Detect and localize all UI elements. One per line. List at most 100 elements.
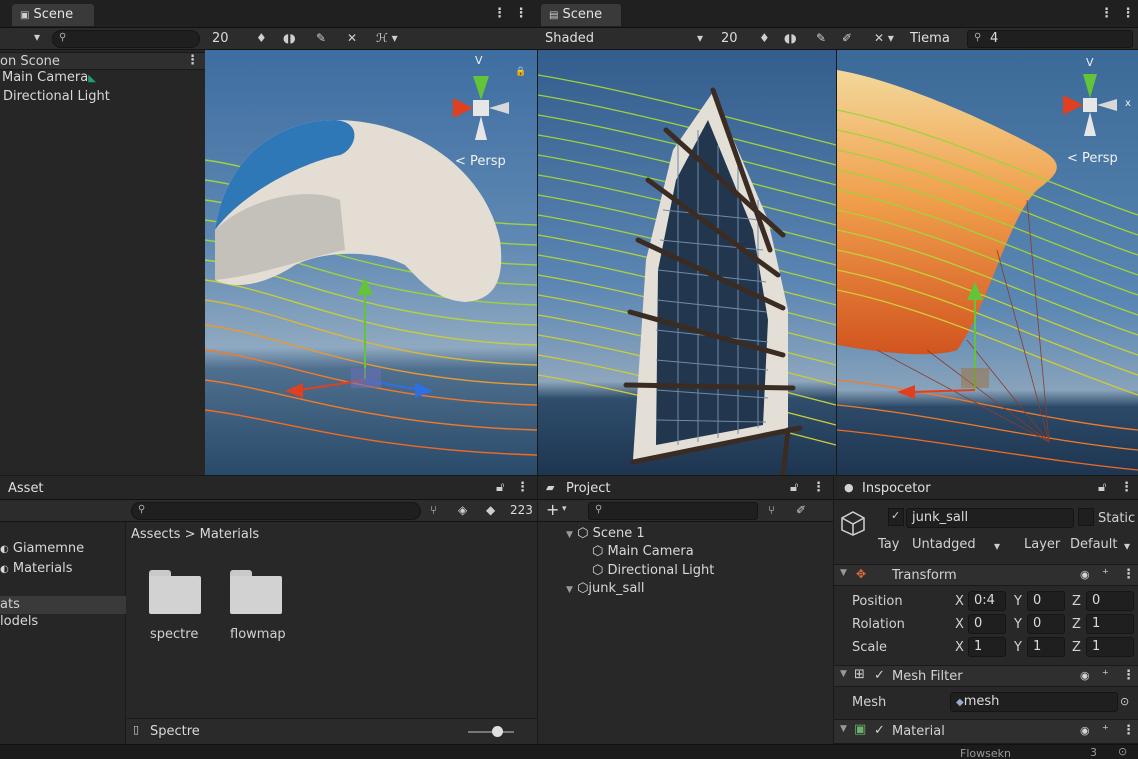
dropdown-arrow-icon[interactable]: ▾ — [34, 30, 40, 44]
brush-tool-icon[interactable]: ✐ — [842, 31, 852, 45]
scene-right-grid-value[interactable]: 20 — [721, 31, 738, 46]
position-z-field[interactable]: 0 — [1086, 591, 1134, 611]
material-header[interactable]: ▼ ▣ ✓ Material ◉ ⁺ ⋮ — [834, 719, 1138, 744]
hierarchy-scene-menu-icon[interactable]: ⋮ — [186, 53, 201, 68]
move-gizmo-x-axis[interactable] — [911, 389, 976, 393]
hierarchy-search-input[interactable]: ⚲ — [52, 30, 200, 48]
material-menu-icon[interactable]: ⋮ — [1122, 723, 1137, 738]
asset-menu-icon[interactable]: ⋮ — [516, 480, 531, 495]
scale-z-field[interactable]: 1 — [1086, 637, 1134, 657]
expand-arrow-icon[interactable]: ▼ — [840, 568, 847, 578]
gizmos-toggle-icon[interactable]: ℋ ▾ — [376, 31, 398, 45]
filter-type-icon[interactable]: ⑂ — [430, 503, 437, 517]
object-picker-icon[interactable]: ⊙ — [1120, 695, 1129, 708]
expand-arrow-icon[interactable]: ▼ — [840, 724, 847, 734]
expand-arrow-icon[interactable]: ▼ — [566, 585, 573, 595]
right-persp-label[interactable]: < Persp — [1067, 151, 1118, 166]
project-tree-item-main-camera[interactable]: ⬡ Main Camera — [592, 544, 694, 559]
scene-left-menu-icon[interactable]: ⋮ ⋮ — [493, 6, 530, 21]
filter-type-icon[interactable]: ⑂ — [768, 503, 775, 517]
move-gizmo-x-arrow[interactable] — [897, 385, 915, 399]
tag-dropdown-arrow-icon[interactable]: ▾ — [994, 539, 1000, 553]
preset-icon[interactable]: ⁺ — [1102, 567, 1109, 582]
asset-tree-item-giamemne[interactable]: ◐ Giamemne — [0, 541, 84, 556]
scene-left-grid-value[interactable]: 20 — [212, 31, 229, 46]
scene-left-viewport[interactable]: 🔒 V < Persp — [205, 50, 537, 475]
folder-icon[interactable] — [149, 570, 201, 614]
asset-tree-item-materials[interactable]: ◐ Materials — [0, 561, 72, 576]
project-tree-item-scene1[interactable]: ▼ ⬡ Scene 1 — [566, 526, 645, 541]
asset-tree-item-selected[interactable]: ats — [0, 596, 126, 614]
asset-breadcrumb[interactable]: Assects > Materials — [131, 527, 259, 542]
project-search-input[interactable]: ⚲ — [588, 502, 758, 520]
material-enabled-check[interactable]: ✓ — [874, 723, 885, 738]
tab-scene-right[interactable]: ▤ Scene — [541, 4, 621, 26]
move-gizmo-plane-handle[interactable] — [351, 368, 381, 388]
light-toggle-icon[interactable]: ♦ — [759, 31, 770, 45]
asset-lock-icon[interactable]: 🔓︎ — [496, 480, 504, 495]
inspector-menu-icon[interactable]: ⋮ — [1120, 480, 1135, 495]
move-gizmo-plane-handle[interactable] — [961, 368, 989, 388]
filter-label-icon[interactable]: ◈ — [458, 503, 467, 517]
project-tab-title[interactable]: Project — [566, 481, 610, 496]
preset-icon[interactable]: ⁺ — [1102, 723, 1109, 738]
object-name-field[interactable]: junk_sall — [906, 508, 1074, 528]
folder-icon[interactable] — [230, 570, 282, 614]
hidden-objects-icon[interactable]: ✕ ▾ — [874, 31, 894, 45]
scene-search-input[interactable]: ⚲ 4 — [967, 30, 1133, 48]
favorite-icon[interactable]: ◆ — [486, 503, 495, 517]
inspector-lock-icon[interactable]: 🔓︎ — [1098, 480, 1106, 495]
mesh-filter-header[interactable]: ▼ ⊞ ✓ Mesh Filter ◉ ⁺ ⋮ — [834, 665, 1138, 687]
scene-right-menu-icon[interactable]: ⋮ ⋮ — [1100, 6, 1137, 21]
project-tree-item-directional-light[interactable]: ⬡ Directional Light — [592, 563, 714, 578]
audio-toggle-icon[interactable]: ◖◗ — [784, 31, 797, 45]
orientation-gizmo-left[interactable] — [453, 76, 509, 140]
effects-toggle-icon[interactable]: ✎ — [316, 31, 326, 45]
mesh-filter-menu-icon[interactable]: ⋮ — [1122, 668, 1137, 683]
preset-icon[interactable]: ⁺ — [1102, 668, 1109, 683]
position-y-field[interactable]: 0 — [1027, 591, 1065, 611]
rotation-z-field[interactable]: 1 — [1086, 614, 1134, 634]
tag-dropdown[interactable]: Untadged — [912, 537, 976, 552]
zoom-slider-track[interactable] — [468, 731, 514, 733]
add-button[interactable]: + — [546, 500, 559, 519]
orientation-gizmo-right[interactable] — [1063, 74, 1117, 136]
expand-arrow-icon[interactable]: ▼ — [840, 669, 847, 679]
asset-tab-title[interactable]: Asset — [8, 481, 44, 496]
scale-y-field[interactable]: 1 — [1027, 637, 1065, 657]
transform-menu-icon[interactable]: ⋮ — [1122, 567, 1137, 582]
brush-filter-icon[interactable]: ✐ — [796, 503, 806, 517]
help-icon[interactable]: ◉ — [1080, 724, 1090, 737]
hierarchy-item-main-camera[interactable]: Main Camera◣ — [2, 70, 96, 85]
shading-mode-dropdown[interactable]: Shaded — [545, 31, 594, 46]
position-x-field[interactable]: 0:4 — [968, 591, 1006, 611]
help-icon[interactable]: ◉ — [1080, 568, 1090, 581]
folder-label-spectre[interactable]: spectre — [150, 627, 198, 642]
expand-arrow-icon[interactable]: ▼ — [566, 530, 573, 540]
audio-toggle-icon[interactable]: ◖◗ — [283, 31, 296, 45]
hierarchy-scene-row[interactable]: on Scone ⋮ — [0, 52, 205, 70]
tiema-dropdown[interactable]: Tiema — [910, 31, 950, 46]
left-persp-label[interactable]: < Persp — [455, 154, 506, 169]
status-info-icon[interactable]: ⊙ — [1118, 745, 1127, 758]
hierarchy-item-directional-light[interactable]: Directional Light — [3, 89, 110, 104]
zoom-slider-handle[interactable] — [492, 726, 503, 737]
layer-dropdown-arrow-icon[interactable]: ▾ — [1124, 539, 1130, 553]
project-menu-icon[interactable]: ⋮ — [812, 480, 827, 495]
asset-tree-item-models[interactable]: lodels — [0, 614, 38, 629]
static-checkbox[interactable] — [1078, 508, 1094, 526]
tab-scene-left[interactable]: ▣ Scene — [12, 4, 94, 26]
rotation-y-field[interactable]: 0 — [1027, 614, 1065, 634]
rotation-x-field[interactable]: 0 — [968, 614, 1006, 634]
active-checkbox[interactable]: ✓ — [888, 508, 904, 526]
light-toggle-icon[interactable]: ♦ — [256, 31, 267, 45]
asset-search-input[interactable]: ⚲ — [131, 502, 421, 520]
effects-toggle-icon[interactable]: ✎ — [816, 31, 826, 45]
mesh-filter-enabled-check[interactable]: ✓ — [874, 668, 885, 683]
scene-middle-viewport[interactable] — [538, 50, 836, 475]
scene-right-viewport[interactable]: V x < Persp — [837, 50, 1138, 475]
layer-dropdown[interactable]: Default — [1070, 537, 1118, 552]
lock-icon[interactable]: 🔒 — [515, 66, 526, 77]
shading-dropdown-arrow-icon[interactable]: ▾ — [697, 31, 703, 45]
hidden-objects-icon[interactable]: ✕ — [347, 31, 357, 45]
